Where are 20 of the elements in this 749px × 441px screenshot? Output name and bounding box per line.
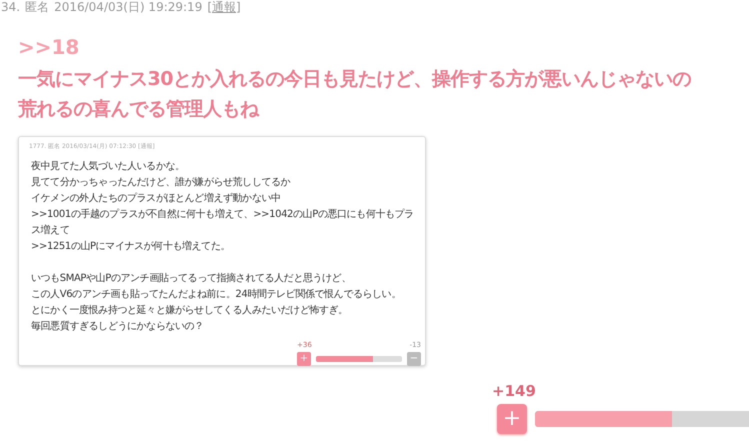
author-name: 匿名: [25, 0, 50, 16]
quoted-text: イケメンの外人たちのプラスがほとんど増えず動かない中: [31, 192, 282, 206]
minus-button[interactable]: −: [407, 352, 421, 366]
quoted-text: 毎回悪質すぎるしどうにかならないの？: [31, 320, 205, 334]
post-number: 34.: [1, 0, 20, 16]
quoted-text: >>1251の山Pにマイナスが何十も増えてた。: [31, 240, 232, 254]
plus-button[interactable]: +: [497, 404, 527, 434]
reply-anchor-link[interactable]: >>18: [18, 36, 749, 58]
quoted-text: 見てて分かっちゃったんだけど、誰が嫌がらせ荒ししてるか: [31, 176, 292, 190]
quoted-text: いつもSMAPや山Pのアンチ画貼ってるって指摘されてる人だと思うけど、: [31, 272, 352, 286]
post-date: 2016/04/03(日) 19:29:19: [54, 0, 202, 16]
quoted-text: >>1001の手越のプラスが不自然に何十も増えて、>>1042の山Pの悪口にも何十もプラス増えて: [31, 208, 415, 238]
post-text: 荒れるの喜んでる管理人もね: [18, 97, 260, 122]
plus-count: +149: [492, 382, 537, 400]
report-link[interactable]: [通報]: [207, 0, 241, 16]
quoted-text: とにかく一度恨み持つと延々と嫌がらせしてくる人みたいだけど怖すぎ。: [31, 304, 349, 318]
quoted-text: この人V6のアンチ画も貼ってたんだよね前に。24時間テレビ関係で恨んでるらしい。: [31, 288, 402, 302]
quoted-text: 夜中見てた人気づいた人いるかな。: [31, 160, 186, 174]
post-text: 一気にマイナス30とか入れるの今日も見たけど、操作する方が悪いんじゃないの: [18, 67, 692, 92]
plus-button[interactable]: +: [297, 352, 311, 366]
